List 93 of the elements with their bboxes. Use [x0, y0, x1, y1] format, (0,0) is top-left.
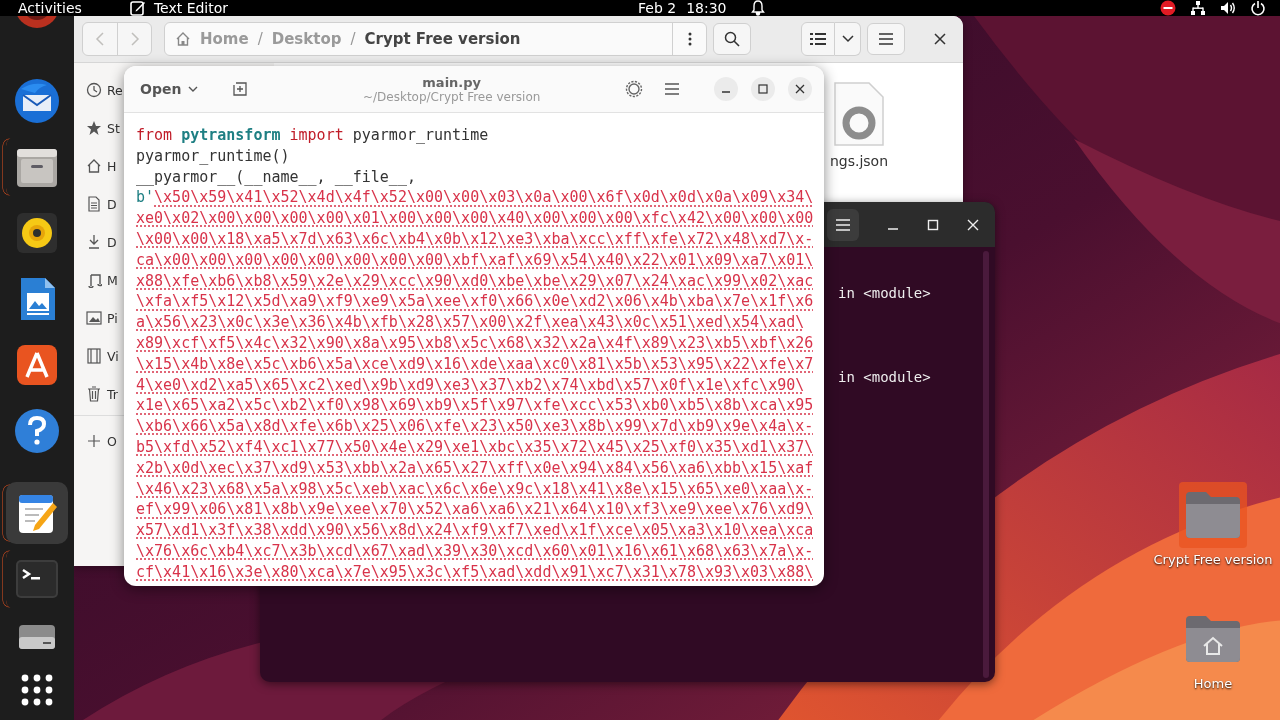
code-line: \xfa\xf5\x12\x5d\xa9\xf9\xe9\x5a\xee\xf0\x66\x0e\xd2\x06\x4b\xba\x7e\x1f\x6 [136, 291, 815, 313]
home-folder-icon[interactable] [1184, 614, 1242, 664]
terminal-line: in <module> [838, 285, 932, 301]
power-icon[interactable] [1250, 0, 1266, 16]
plus-icon [86, 433, 102, 449]
menu-icon [879, 33, 893, 45]
maximize-icon [927, 218, 939, 231]
menu-button[interactable] [827, 208, 859, 241]
code-line: x88\xfe\xb6\xb8\x59\x2e\x29\xcc\x90\xd0\xbe\xbe\x29\x07\x24\xac\x99\x02\xac [136, 270, 815, 292]
sidebar-item[interactable]: D [74, 185, 124, 223]
sidebar-item[interactable]: St [74, 109, 124, 147]
file-icon[interactable] [833, 81, 885, 147]
code-line: b'\x50\x59\x41\x52\x4d\x4f\x52\x00\x00\x03\x0a\x00\x6f\x0d\x0d\x0a\x09\x34\ [136, 187, 815, 209]
code-line: x89\xcf\xf5\x4c\x32\x90\x8a\x95\xb8\x5c\x68\x32\x2a\x4f\x89\x23\xb5\xbf\x26 [136, 332, 815, 354]
open-button[interactable]: Open [132, 73, 207, 105]
bird-mail-icon[interactable] [13, 77, 61, 125]
list-icon [810, 32, 826, 46]
code-line: __pyarmor__(__name__, __file__, [136, 166, 417, 188]
home-icon [175, 31, 191, 47]
code-line: 4\xe0\xd2\xa5\x65\xc2\xed\x9b\xd9\xe3\x37\xb2\x74\xbd\x57\x0f\x1e\xfc\x90\ [136, 374, 806, 396]
search-button[interactable] [713, 23, 751, 55]
window-subtitle: ~/Desktop/Crypt Free version [363, 89, 541, 104]
close-icon [795, 84, 805, 94]
terminal-line: in <module> [838, 369, 932, 385]
sidebar-item[interactable]: O [74, 422, 124, 460]
speaker-icon[interactable] [1220, 0, 1236, 16]
network-icon[interactable] [1190, 0, 1206, 16]
app-grid-icon[interactable] [20, 673, 54, 707]
sidebar-item[interactable]: Tr [74, 375, 124, 413]
star-icon [86, 120, 102, 136]
home-icon [86, 158, 102, 174]
code-line: x2b\x0d\xec\x37\xd9\x53\xbb\x2a\x65\x27\xff\x0e\x94\x84\x56\xa6\xbb\x15\xaf [136, 457, 815, 479]
sidebar-item[interactable]: Pi [74, 299, 124, 337]
file-name[interactable]: ngs.json [829, 153, 889, 169]
list-view-button[interactable] [801, 22, 835, 56]
code-line: x1e\x65\xa2\x5c\xb2\xf0\x98\x69\xb9\x5f\x97\xfe\xcc\x53\xb0\xb5\x8b\xca\x95 [136, 395, 815, 417]
code-line: \xb6\x66\x5a\x8d\xfe\x6b\x25\x06\xfe\x23\x50\xe3\x8b\x99\x7d\xb9\x9e\x4a\x- [136, 416, 815, 437]
chevron-right-icon [129, 32, 140, 46]
clock-date[interactable]: Feb 2 [638, 0, 677, 16]
minimize-button[interactable] [714, 77, 738, 101]
code-line: \x15\x4b\x8e\x5c\xb6\x5a\xce\xd9\x16\xde\xaa\xc0\x81\x5b\x53\x95\x22\xfe\x7 [136, 353, 815, 375]
clock-icon [86, 82, 102, 98]
search-icon [724, 31, 740, 47]
trash-icon [86, 386, 102, 402]
code-line: from pytransform import pyarmor_runtime [136, 125, 490, 146]
code-line: pyarmor_runtime() [136, 145, 291, 167]
close-button[interactable] [788, 77, 812, 101]
code-line: \x76\x6c\xb4\xc7\x3b\xcd\x67\xad\x39\x30\xcd\x60\x01\x16\x61\x68\x63\x7a\x- [136, 540, 815, 562]
sidebar-item[interactable]: Vi [74, 337, 124, 375]
path-crumb[interactable]: Crypt Free version [364, 30, 521, 48]
app-menu[interactable]: Text Editor [153, 0, 229, 16]
code-line: a\x56\x23\x0c\x3e\x36\x4b\xfb\x28\x57\x00\x2f\xea\x43\x0c\x51\xed\x54\xad\ [136, 312, 806, 333]
image-icon [86, 310, 102, 326]
close-icon [967, 218, 979, 231]
code-line: \x46\x23\x68\x5a\x98\x5c\xeb\xac\x6c\x6e\x9c\x18\x41\x8e\x15\x65\xe0\xaa\x- [136, 478, 815, 500]
activities-button[interactable]: Activities [18, 0, 82, 16]
clock-time[interactable]: 18:30 [686, 0, 727, 16]
window-title: main.py [422, 74, 482, 90]
maximize-icon [758, 84, 768, 94]
minimize-icon [888, 227, 898, 230]
bell-icon [750, 0, 765, 16]
code-line: cf\x41\x16\x3e\x80\xca\x7e\x95\x3c\xf5\xad\xdd\x91\xc7\x31\x78\x93\x03\x88\ [136, 561, 815, 583]
settings-icon[interactable] [625, 80, 643, 98]
chevron-left-icon [95, 32, 105, 46]
do-not-disturb-icon[interactable] [1160, 0, 1176, 16]
code-line: x57\xd1\x3f\x38\xdd\x90\x56\x8d\x24\xf9\xf7\xed\x1f\xce\x05\xa3\x10\xea\xca [136, 520, 815, 541]
code-line: b5\xfd\x52\xf4\xc1\x77\x50\x4e\x29\xe1\xbc\x35\x72\x45\x25\xf0\x35\xd1\x37\ [136, 436, 815, 458]
menu-button[interactable] [867, 23, 905, 55]
menu-icon [836, 218, 850, 231]
sidebar-item[interactable]: Re [74, 71, 124, 109]
help-icon[interactable] [13, 407, 61, 455]
film-icon [86, 348, 102, 364]
sidebar-item[interactable]: D [74, 223, 124, 261]
download-icon [86, 234, 102, 250]
more-icon [687, 32, 692, 46]
caret-icon [841, 35, 854, 43]
menu-icon[interactable] [665, 83, 679, 95]
close-icon [934, 33, 946, 45]
new-tab-icon[interactable] [232, 81, 249, 97]
code-line: ef\x99\x06\x81\x8b\x9e\xee\x70\x52\xa6\xa6\x21\x64\x10\xf3\xe9\xee\x76\xd9\ [136, 499, 815, 521]
text-editor-icon [129, 0, 146, 16]
code-line: ca\x00\x00\x00\x00\x00\x00\x00\x00\xbf\xaf\x69\x54\x40\x22\x01\x09\xa7\x01\ [136, 249, 815, 271]
path-separator: / [257, 30, 263, 48]
caret-icon [188, 85, 199, 93]
document-icon [86, 196, 102, 212]
path-separator: / [350, 30, 356, 48]
dock-button[interactable] [6, 482, 68, 544]
sidebar-item[interactable]: M [74, 261, 124, 299]
code-line: \x00\x00\x18\xa5\x7d\x63\x6c\xb4\x0b\x12\xe3\xba\xcc\xff\xfe\x72\x48\xd7\x- [136, 229, 815, 250]
minimize-icon [722, 91, 730, 93]
sidebar-item[interactable]: H [74, 147, 124, 185]
music-note-icon [86, 272, 102, 288]
code-line: xe0\x02\x00\x00\x00\x00\x01\x00\x00\x00\x40\x00\x00\x00\xfc\x42\x00\x00\x00 [136, 208, 815, 229]
